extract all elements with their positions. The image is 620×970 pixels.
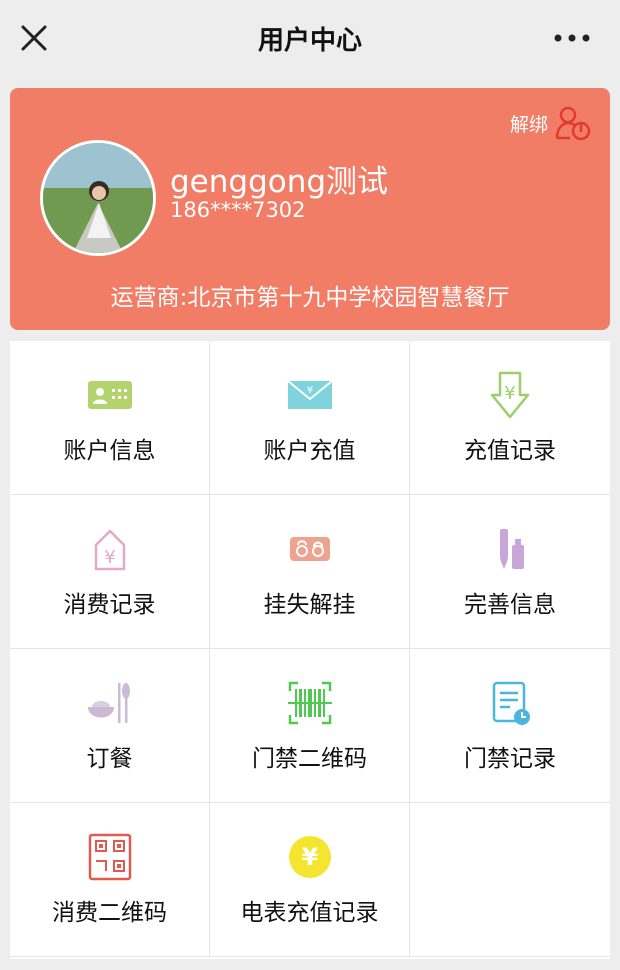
menu-item-recharge-records[interactable]: ¥ 充值记录 [410,341,610,495]
menu-item-label: 充值记录 [464,438,556,464]
profile-card: 解绑 genggong测试 186****7302 运营商:北京市第十九中学校园… [10,88,610,330]
menu-item-label: 挂失解挂 [263,592,356,618]
unbind-label: 解绑 [509,113,548,136]
envelope-yen-icon: ¥ [287,380,333,409]
menu-item-label: 订餐 [86,746,133,772]
user-phone: 186****7302 [170,198,306,222]
menu-item-label: 账户充值 [263,438,356,464]
user-power-icon [555,106,591,141]
menu-item-payment-qr[interactable]: 消费二维码 [10,803,210,957]
operator-text: 运营商:北京市第十九中学校园智慧餐厅 [110,285,510,311]
lock-pair-icon [290,537,330,561]
menu-item-label: 电表充值记录 [240,900,379,926]
yen-circle-icon: ¥ [289,836,331,878]
id-card-icon [88,381,132,409]
menu-item-order-meal[interactable]: 订餐 [10,649,210,803]
house-yen-icon: ¥ [94,529,126,571]
menu-grid: 账户信息 ¥ 账户充值 ¥ 充值记录 ¥ 消费记录 挂失解挂 完善信息 订餐 门… [10,341,610,959]
svg-text:¥: ¥ [307,385,313,396]
svg-text:¥: ¥ [504,383,515,404]
menu-item-meter-recharge-records[interactable]: ¥ 电表充值记录 [210,803,410,957]
menu-item-label: 完善信息 [464,592,556,618]
page-title: 用户中心 [257,26,362,56]
menu-item-label: 消费二维码 [52,900,167,926]
svg-text:¥: ¥ [104,547,115,568]
svg-text:¥: ¥ [302,843,319,871]
bowl-spoon-icon [88,683,130,723]
top-bar: 用户中心 [0,0,620,76]
qr-code-icon [88,833,132,881]
document-clock-icon [492,681,530,725]
user-name: genggong测试 [170,164,389,200]
more-options-icon[interactable] [552,24,592,52]
unbind-button[interactable]: 解绑 [510,104,592,142]
yen-down-arrow-icon: ¥ [490,371,530,419]
barcode-scan-icon [288,681,332,725]
menu-item-account-recharge[interactable]: ¥ 账户充值 [210,341,410,495]
pen-bottle-icon [500,529,524,569]
menu-item-label: 门禁记录 [464,746,556,772]
menu-item-consumption-records[interactable]: ¥ 消费记录 [10,495,210,649]
menu-item-report-loss[interactable]: 挂失解挂 [210,495,410,649]
avatar[interactable] [40,140,156,256]
menu-item-label: 账户信息 [63,438,156,464]
menu-item-label: 门禁二维码 [252,746,367,772]
menu-item-access-qr[interactable]: 门禁二维码 [210,649,410,803]
menu-item-account-info[interactable]: 账户信息 [10,341,210,495]
menu-item-complete-info[interactable]: 完善信息 [410,495,610,649]
empty-cell [410,803,610,957]
menu-item-label: 消费记录 [63,592,156,618]
menu-item-access-records[interactable]: 门禁记录 [410,649,610,803]
